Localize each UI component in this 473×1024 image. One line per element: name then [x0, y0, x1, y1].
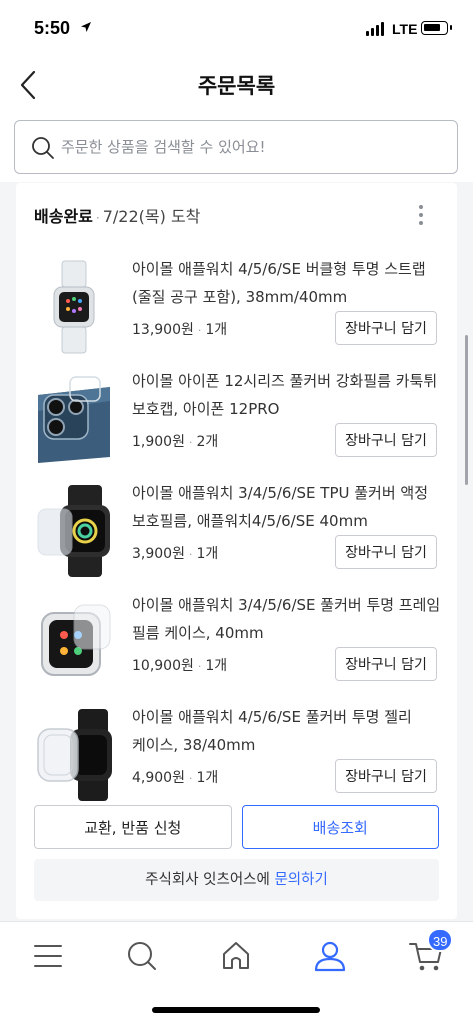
- nav-home[interactable]: [216, 936, 256, 976]
- user-icon: [314, 941, 346, 972]
- search-icon: [128, 942, 156, 970]
- add-to-cart-button[interactable]: 장바구니 담기: [335, 311, 437, 345]
- add-to-cart-button[interactable]: 장바구니 담기: [335, 759, 437, 793]
- more-options-button[interactable]: [413, 205, 429, 229]
- location-arrow-icon: [81, 22, 91, 32]
- battery-icon: [421, 21, 452, 35]
- order-header: 배송완료 · 7/22(목) 도착: [34, 203, 200, 227]
- order-item[interactable]: 아이몰 아이폰 12시리즈 풀커버 강화필름 카툭튀 보호캡, 아이폰 12PR…: [16, 367, 457, 479]
- add-to-cart-button[interactable]: 장바구니 담기: [335, 647, 437, 681]
- product-price: 13,900원: [132, 322, 194, 338]
- scrollbar[interactable]: [465, 335, 468, 485]
- status-time: 5:50: [34, 18, 71, 38]
- add-to-cart-button[interactable]: 장바구니 담기: [335, 535, 437, 569]
- product-thumbnail-camera-protector: [38, 376, 110, 463]
- nav-cart[interactable]: 39: [406, 928, 454, 976]
- product-qty: 1개: [196, 546, 219, 562]
- more-dot: [419, 213, 423, 217]
- more-dot: [419, 205, 423, 209]
- nav-search[interactable]: [122, 936, 162, 976]
- delivery-status: 배송완료: [34, 207, 93, 226]
- product-name: 아이몰 애플워치 3/4/5/6/SE TPU 풀커버 액정 보호필름, 애플워…: [132, 484, 429, 530]
- add-to-cart-button[interactable]: 장바구니 담기: [335, 423, 437, 457]
- product-thumbnail-watch-strap: [53, 260, 95, 354]
- signal-icon: [366, 22, 384, 36]
- product-thumbnail-screen-film: [37, 485, 110, 577]
- nav-my-page[interactable]: [310, 936, 350, 976]
- product-price-qty: 10,900원 · 1개: [132, 655, 227, 675]
- search-box[interactable]: [14, 120, 458, 174]
- search-input[interactable]: [61, 131, 441, 163]
- product-price: 10,900원: [132, 658, 194, 674]
- product-price-qty: 13,900원 · 1개: [132, 319, 227, 339]
- delivery-date: 7/22(목) 도착: [102, 207, 201, 226]
- order-item[interactable]: 아이몰 애플워치 3/4/5/6/SE TPU 풀커버 액정 보호필름, 애플워…: [16, 479, 457, 591]
- product-qty: 1개: [205, 658, 228, 674]
- product-qty: 1개: [196, 770, 219, 786]
- separator-dot: ·: [188, 548, 193, 561]
- network-label: LTE: [392, 21, 418, 37]
- product-price-qty: 1,900원 · 2개: [132, 431, 218, 451]
- seller-name: 주식회사 잇츠어스에: [145, 872, 270, 888]
- separator-dot: ·: [188, 772, 193, 785]
- inquiry-link[interactable]: 문의하기: [274, 872, 327, 888]
- product-price-qty: 3,900원 · 1개: [132, 543, 218, 563]
- header: 주문목록: [0, 58, 473, 110]
- home-indicator: [152, 1007, 320, 1013]
- exchange-return-button[interactable]: 교환, 반품 신청: [34, 805, 232, 849]
- product-name: 아이몰 아이폰 12시리즈 풀커버 강화필름 카툭튀 보호캡, 아이폰 12PR…: [132, 372, 438, 418]
- product-price-qty: 4,900원 · 1개: [132, 767, 218, 787]
- order-item[interactable]: 아이몰 애플워치 4/5/6/SE 버클형 투명 스트랩 (줄질 공구 포함),…: [16, 255, 457, 367]
- home-icon: [223, 942, 249, 969]
- separator-dot: ·: [95, 211, 100, 225]
- product-name: 아이몰 애플워치 4/5/6/SE 풀커버 투명 젤리 케이스, 38/40mm: [132, 708, 412, 754]
- search-section: [0, 110, 473, 182]
- order-actions: 교환, 반품 신청 배송조회: [34, 805, 439, 849]
- product-thumbnail-frame-case: [41, 604, 111, 676]
- nav-menu[interactable]: [28, 936, 68, 976]
- product-price: 1,900원: [132, 434, 185, 450]
- product-qty: 1개: [205, 322, 228, 338]
- order-item[interactable]: 아이몰 애플워치 4/5/6/SE 풀커버 투명 젤리 케이스, 38/40mm…: [16, 703, 457, 815]
- product-name: 아이몰 애플워치 3/4/5/6/SE 풀커버 투명 프레임 필름 케이스, 4…: [132, 596, 441, 642]
- product-qty: 2개: [196, 434, 219, 450]
- product-name: 아이몰 애플워치 4/5/6/SE 버클형 투명 스트랩 (줄질 공구 포함),…: [132, 260, 426, 306]
- product-price: 3,900원: [132, 546, 185, 562]
- order-list-page: 5:50 LTE 주문목록 배송완료·7/22(목) 도착: [0, 0, 473, 1024]
- product-thumbnail-jelly-case: [37, 709, 112, 801]
- track-delivery-button[interactable]: 배송조회: [241, 805, 439, 849]
- search-icon: [32, 137, 54, 159]
- separator-dot: ·: [197, 324, 202, 337]
- cart-count-badge: 39: [427, 928, 454, 952]
- page-title: 주문목록: [197, 74, 276, 98]
- seller-inquiry-bar: 주식회사 잇츠어스에 문의하기: [34, 859, 439, 901]
- bottom-nav: 39: [0, 921, 473, 1024]
- status-bar: 5:50 LTE: [0, 0, 473, 58]
- menu-icon: [34, 945, 62, 967]
- separator-dot: ·: [197, 660, 202, 673]
- product-price: 4,900원: [132, 770, 185, 786]
- more-dot: [419, 221, 423, 225]
- order-card: 배송완료 · 7/22(목) 도착 아이몰 애플워치 4/5/6/SE 버클형 투명…: [16, 183, 457, 919]
- order-item[interactable]: 아이몰 애플워치 3/4/5/6/SE 풀커버 투명 프레임 필름 케이스, 4…: [16, 591, 457, 703]
- separator-dot: ·: [188, 436, 193, 449]
